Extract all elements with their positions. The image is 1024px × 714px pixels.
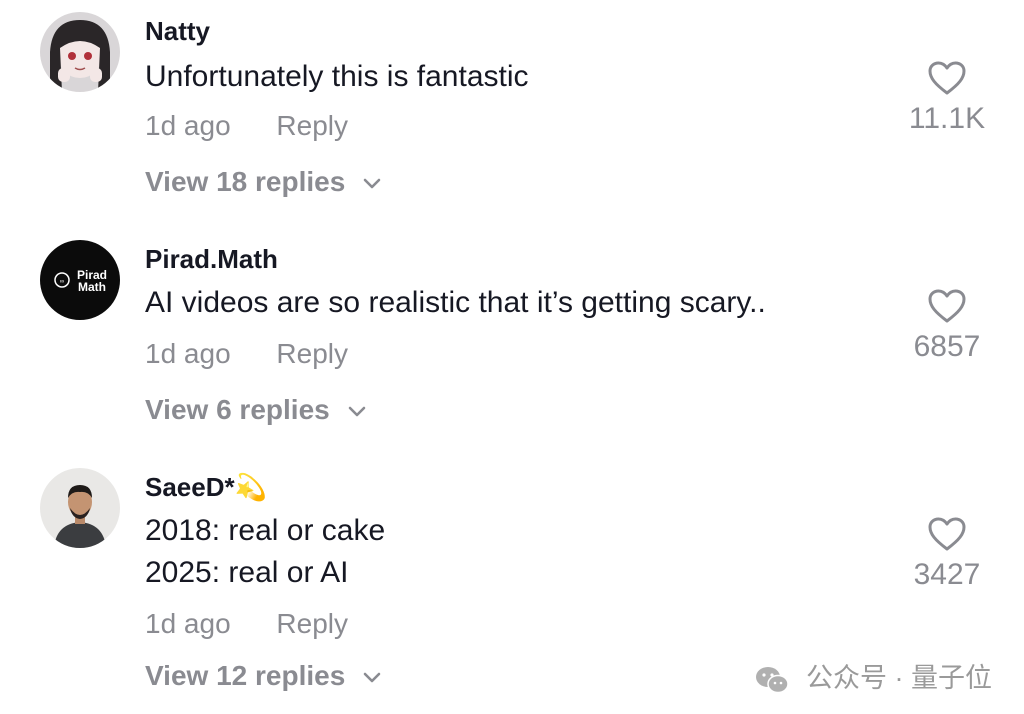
heart-outline-icon <box>928 289 966 323</box>
comment-text-line: Unfortunately this is fantastic <box>145 60 529 93</box>
view-replies-button[interactable]: View 18 replies <box>145 166 381 198</box>
comment-time: 1d ago <box>145 110 231 141</box>
reply-button[interactable]: Reply <box>276 338 348 369</box>
comment-text: 2018: real or cake 2025: real or AI <box>145 510 385 594</box>
heart-outline-icon <box>928 517 966 551</box>
comment-text: AI videos are so realistic that it’s get… <box>145 282 766 324</box>
heart-outline-icon <box>928 61 966 95</box>
like-count: 3427 <box>913 558 981 591</box>
comment-meta: 1d ago Reply <box>145 338 348 370</box>
reply-button[interactable]: Reply <box>276 110 348 141</box>
comment-meta: 1d ago Reply <box>145 608 348 640</box>
comments-panel: Natty Unfortunately this is fantastic 1d… <box>0 0 1024 714</box>
like-button[interactable]: 3427 <box>892 516 1002 592</box>
like-count: 6857 <box>913 330 981 363</box>
chevron-down-icon <box>363 178 381 188</box>
comment-text-line: 2025: real or AI <box>145 556 349 589</box>
avatar-text: Math <box>78 280 106 294</box>
comment-username[interactable]: SaeeD*💫 <box>145 472 267 503</box>
avatar[interactable]: ∞ Pirad Math <box>40 240 120 320</box>
like-button[interactable]: 11.1K <box>892 60 1002 136</box>
view-replies-button[interactable]: View 6 replies <box>145 394 366 426</box>
comment-username[interactable]: Natty <box>145 16 210 47</box>
comment-text: Unfortunately this is fantastic <box>145 56 529 98</box>
view-replies-label: View 12 replies <box>145 660 346 691</box>
watermark: 公众号 · 量子位 <box>754 656 992 695</box>
like-count: 11.1K <box>908 102 986 135</box>
comment-meta: 1d ago Reply <box>145 110 348 142</box>
svg-text:∞: ∞ <box>60 279 64 285</box>
comment-text-line: 2018: real or cake <box>145 514 386 547</box>
comment-username[interactable]: Pirad.Math <box>145 244 278 275</box>
view-replies-label: View 18 replies <box>145 166 346 197</box>
watermark-text: 公众号 · 量子位 <box>806 663 992 693</box>
chevron-down-icon <box>348 406 365 416</box>
view-replies-label: View 6 replies <box>145 394 330 425</box>
wechat-icon <box>756 666 790 694</box>
comment-time: 1d ago <box>145 338 231 369</box>
reply-button[interactable]: Reply <box>276 608 348 639</box>
comment-time: 1d ago <box>145 608 231 639</box>
chevron-down-icon <box>363 672 381 682</box>
comment-text-line: AI videos are so realistic that it’s get… <box>145 286 766 319</box>
avatar[interactable] <box>40 12 120 92</box>
avatar[interactable] <box>40 468 120 548</box>
like-button[interactable]: 6857 <box>892 288 1002 364</box>
view-replies-button[interactable]: View 12 replies <box>145 660 381 692</box>
